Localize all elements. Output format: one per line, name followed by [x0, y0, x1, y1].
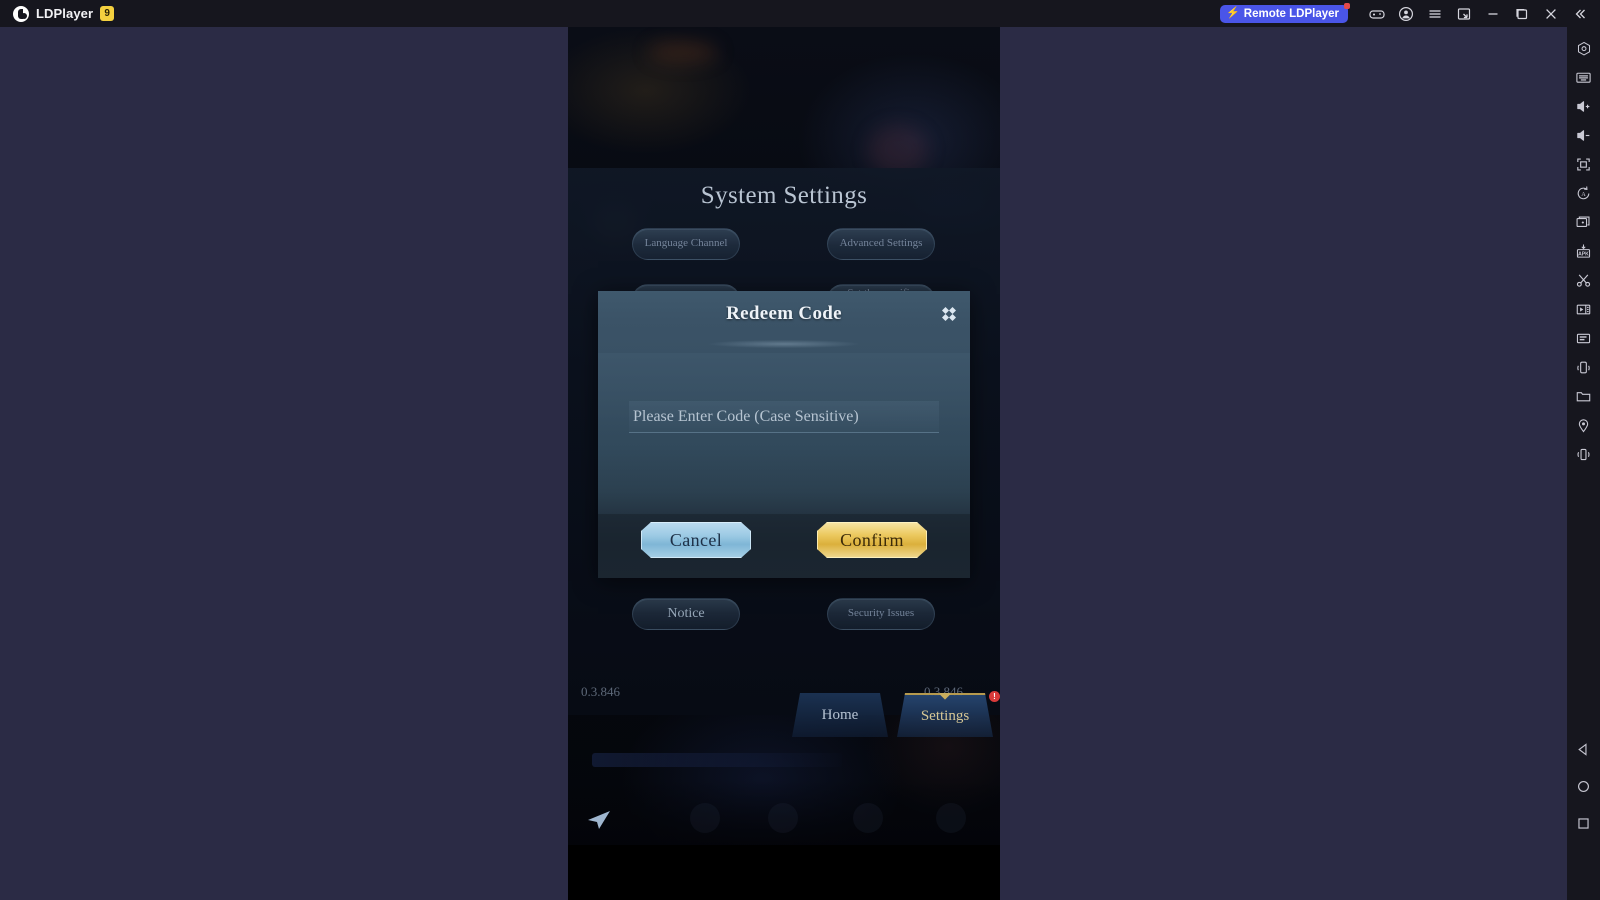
dialog-body	[598, 353, 970, 514]
confirm-button[interactable]: Confirm	[817, 522, 927, 558]
menu-icon[interactable]	[1420, 0, 1449, 27]
hud-slot-2[interactable]	[768, 803, 798, 833]
svg-text:APK: APK	[1578, 251, 1589, 257]
shake-icon[interactable]	[1567, 353, 1600, 382]
button-label: Security Issues	[847, 607, 915, 620]
multi-instance-icon[interactable]	[1567, 208, 1600, 237]
remote-ldplayer-button[interactable]: ⚡ Remote LDPlayer	[1220, 2, 1350, 23]
volume-down-icon[interactable]	[1567, 121, 1600, 150]
titlebar-controls: ⚡ Remote LDPlayer	[1220, 0, 1600, 27]
version-badge: 9	[100, 6, 115, 21]
script-icon[interactable]	[1567, 324, 1600, 353]
dialog-footer: Cancel Confirm	[598, 514, 970, 578]
remote-ldplayer-label: Remote LDPlayer	[1243, 7, 1339, 20]
collapse-icon[interactable]	[1565, 0, 1594, 27]
auto-rotate-icon[interactable]: A	[1567, 179, 1600, 208]
svg-text:A: A	[1581, 191, 1586, 198]
code-input[interactable]: Please Enter Code (Case Sensitive)	[629, 401, 939, 433]
android-recents-button[interactable]	[1567, 805, 1600, 842]
fullscreen-icon[interactable]	[1567, 150, 1600, 179]
button-label: Language Channel	[644, 237, 728, 250]
gamepad-icon[interactable]	[1362, 0, 1391, 27]
android-back-button[interactable]	[1567, 731, 1600, 768]
ldplayer-logo-icon	[13, 5, 29, 22]
emulator-letterbox	[568, 845, 1000, 900]
desktop-backdrop-left	[0, 27, 568, 900]
button-language-channel[interactable]: Language Channel	[632, 228, 740, 260]
maximize-icon[interactable]	[1507, 0, 1536, 27]
app-title: LDPlayer	[36, 6, 94, 21]
volume-up-icon[interactable]	[1567, 92, 1600, 121]
game-chat-line	[592, 753, 842, 767]
keyboard-icon[interactable]	[1567, 63, 1600, 92]
settings-icon[interactable]	[1567, 34, 1600, 63]
minimize-icon[interactable]	[1478, 0, 1507, 27]
close-icon[interactable]	[1536, 0, 1565, 27]
page-title: System Settings	[700, 182, 868, 209]
emulator-screen: System Settings Language Channel Advance…	[568, 25, 1000, 845]
code-input-placeholder: Please Enter Code (Case Sensitive)	[633, 407, 859, 425]
android-home-button[interactable]	[1567, 768, 1600, 805]
button-label: Advanced Settings	[839, 237, 923, 250]
tab-home[interactable]: Home	[792, 693, 888, 737]
dialog-divider	[598, 336, 970, 352]
hud-slot-1[interactable]	[690, 803, 720, 833]
settings-alert-badge: !	[989, 691, 1000, 702]
button-label: Notice	[667, 605, 705, 621]
tab-settings[interactable]: Settings	[897, 693, 993, 737]
game-hud	[568, 780, 1000, 845]
right-toolbar: A APK	[1567, 27, 1600, 900]
account-icon[interactable]	[1391, 0, 1420, 27]
hud-arrow-icon[interactable]	[582, 805, 616, 835]
dialog-title: Redeem Code	[726, 303, 842, 324]
folder-icon[interactable]	[1567, 382, 1600, 411]
cancel-button-label: Cancel	[669, 529, 723, 550]
multi-window-icon[interactable]	[1449, 0, 1478, 27]
redeem-code-dialog: Redeem Code Please Enter Code (Case Sens…	[598, 291, 970, 578]
hud-slot-4[interactable]	[936, 803, 966, 833]
titlebar: LDPlayer 9 ⚡ Remote LDPlayer	[0, 0, 1600, 27]
cancel-button[interactable]: Cancel	[641, 522, 751, 558]
ldplayer-window: LDPlayer 9 ⚡ Remote LDPlayer A APK Syste…	[0, 0, 1600, 900]
bottom-tabbar: Home Settings !	[568, 685, 1000, 735]
hud-slot-3[interactable]	[853, 803, 883, 833]
button-security-issues[interactable]: Security Issues	[827, 598, 935, 630]
close-icon[interactable]	[933, 298, 965, 330]
tab-label: Home	[821, 706, 859, 723]
confirm-button-label: Confirm	[840, 529, 904, 550]
lightning-bolt-icon: ⚡	[1226, 7, 1240, 19]
screenshot-icon[interactable]	[1567, 266, 1600, 295]
app-brand: LDPlayer 9	[0, 5, 115, 22]
tab-label: Settings	[920, 707, 970, 724]
location-icon[interactable]	[1567, 411, 1600, 440]
record-icon[interactable]	[1567, 295, 1600, 324]
button-advanced-settings[interactable]: Advanced Settings	[827, 228, 935, 260]
bg-glow-e	[648, 41, 718, 63]
desktop-backdrop-right	[1000, 27, 1567, 900]
button-notice[interactable]: Notice	[632, 598, 740, 630]
vibrate-icon[interactable]	[1567, 440, 1600, 469]
apk-install-icon[interactable]: APK	[1567, 237, 1600, 266]
